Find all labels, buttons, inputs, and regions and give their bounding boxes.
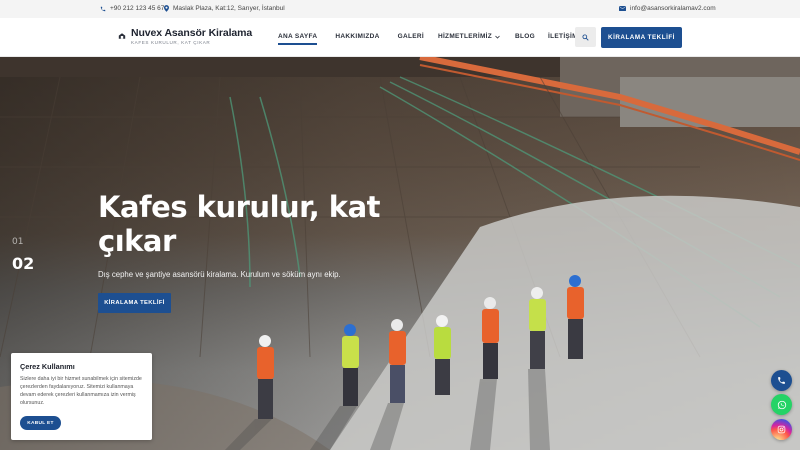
chevron-down-icon: [495, 35, 500, 39]
nav-item-blog[interactable]: BLOG: [515, 33, 535, 45]
main-nav: ANA SAYFA HAKKIMIZDA GALERİ HİZMETLERİMİ…: [278, 33, 578, 45]
cookie-accept-button[interactable]: KABUL ET: [20, 416, 61, 430]
nav-item-ana-sayfa[interactable]: ANA SAYFA: [278, 33, 318, 45]
topbar-email[interactable]: info@asansorkiralamav2.com: [619, 5, 716, 12]
cookie-text: Sizlere daha iyi bir hizmet sunabilmek i…: [20, 376, 142, 406]
search-button[interactable]: [575, 27, 596, 47]
cookie-title: Çerez Kullanımı: [20, 362, 75, 371]
hero-quote-button[interactable]: KİRALAMA TEKLİFİ: [98, 293, 171, 313]
slide-number-current[interactable]: 02: [12, 254, 34, 273]
slide-number-previous[interactable]: 01: [12, 237, 23, 247]
phone-icon: [778, 377, 785, 384]
site-logo[interactable]: Nuvex Asansör Kiralama KAFES KURULUR, KA…: [118, 27, 252, 45]
map-pin-icon: [164, 5, 169, 12]
nav-item-hizmetlerimiz[interactable]: HİZMETLERİMİZ: [438, 33, 500, 45]
header-quote-button[interactable]: KİRALAMA TEKLİFİ: [601, 27, 682, 48]
brand-tagline: KAFES KURULUR, KAT ÇIKAR: [131, 40, 211, 45]
topbar-phone-text: +90 212 123 45 67: [110, 5, 165, 12]
topbar-address-text: Maslak Plaza, Kat:12, Sarıyer, İstanbul: [173, 5, 285, 12]
topbar-email-text: info@asansorkiralamav2.com: [630, 5, 716, 12]
brand-name: Nuvex Asansör Kiralama: [131, 27, 253, 39]
whatsapp-icon: [777, 400, 786, 409]
topbar-phone[interactable]: +90 212 123 45 67: [100, 5, 164, 12]
float-whatsapp-button[interactable]: [771, 394, 792, 415]
nav-item-iletisim[interactable]: İLETİŞİM: [548, 33, 578, 45]
hero-subtitle: Dış cephe ve şantiye asansörü kiralama. …: [98, 270, 341, 279]
topbar-address: Maslak Plaza, Kat:12, Sarıyer, İstanbul: [164, 5, 285, 12]
instagram-icon: [777, 425, 786, 434]
envelope-icon: [619, 6, 626, 11]
nav-item-hakkimizda[interactable]: HAKKIMIZDA: [335, 33, 379, 45]
phone-icon: [100, 6, 106, 11]
float-phone-button[interactable]: [771, 370, 792, 391]
top-info-bar: +90 212 123 45 67 Maslak Plaza, Kat:12, …: [0, 0, 800, 18]
search-icon: [582, 33, 589, 41]
cookie-consent-popup: Çerez Kullanımı Sizlere daha iyi bir hiz…: [11, 353, 152, 440]
float-instagram-button[interactable]: [771, 419, 792, 440]
site-header: Nuvex Asansör Kiralama KAFES KURULUR, KA…: [0, 18, 800, 57]
hero-title: Kafes kurulur, kat çıkar: [98, 190, 381, 258]
nav-item-galeri[interactable]: GALERİ: [398, 33, 424, 45]
elevator-logo-icon: [118, 33, 126, 39]
nav-item-hizmetlerimiz-label: HİZMETLERİMİZ: [437, 33, 493, 40]
